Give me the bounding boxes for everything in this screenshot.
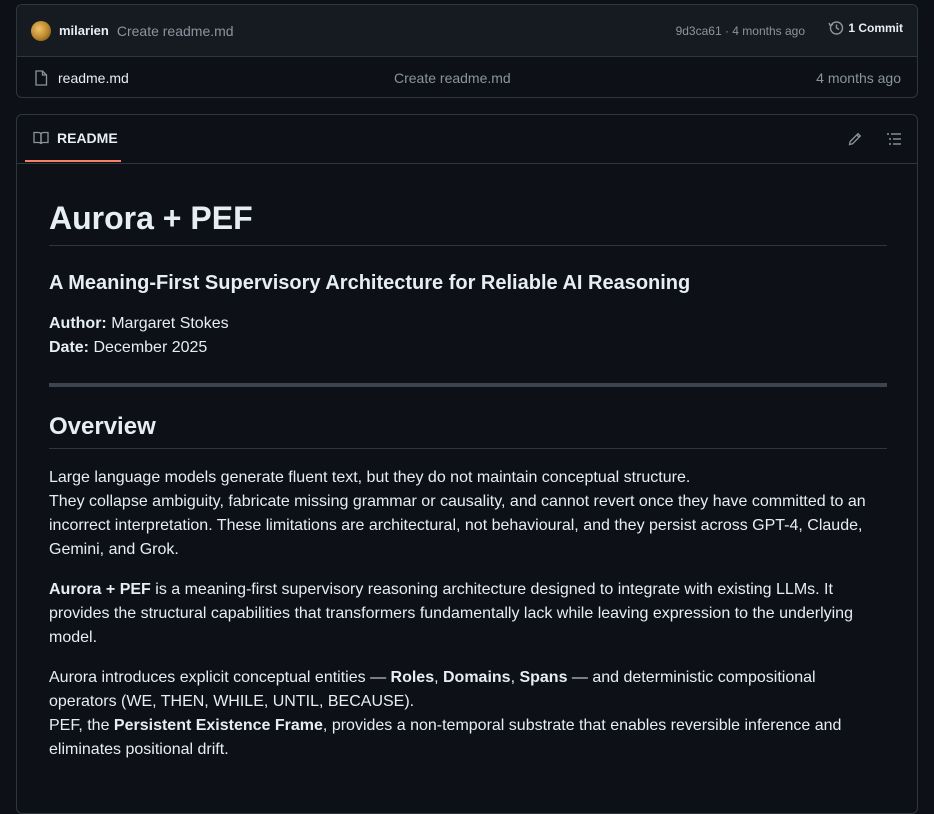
horizontal-rule <box>49 383 887 387</box>
commit-meta[interactable]: 9d3ca61 · 4 months ago <box>676 24 805 38</box>
commit-message[interactable]: Create readme.md <box>117 23 234 39</box>
readme-header: README <box>17 115 917 164</box>
file-row[interactable]: readme.md Create readme.md 4 months ago <box>17 57 917 98</box>
commit-author[interactable]: milarien <box>59 23 109 38</box>
intro-rest: They collapse ambiguity, fabricate missi… <box>49 493 866 558</box>
date-label: Date: <box>49 339 90 356</box>
date-value: December 2025 <box>93 339 208 356</box>
history-icon <box>828 21 844 35</box>
author-value: Margaret Stokes <box>111 315 229 332</box>
paragraph-aurora-pef: Aurora + PEF is a meaning-first supervis… <box>49 578 887 650</box>
book-icon <box>33 131 49 144</box>
author-line: Author: Margaret Stokes <box>49 315 229 333</box>
date-line: Date: December 2025 <box>49 339 207 357</box>
pencil-icon[interactable] <box>847 131 863 147</box>
file-listing: milarien Create readme.md 9d3ca61 · 4 mo… <box>16 4 918 98</box>
readme-panel: README Aurora + PEF A Meaning-First Supe… <box>16 114 918 814</box>
roles-bold: Roles <box>390 669 435 686</box>
latest-commit-bar: milarien Create readme.md 9d3ca61 · 4 mo… <box>17 5 917 57</box>
intro-line-1: Large language models generate fluent te… <box>49 469 691 486</box>
file-name-link[interactable]: readme.md <box>58 70 129 86</box>
aurora-pef-bold: Aurora + PEF <box>49 581 151 598</box>
spans-bold: Spans <box>519 669 568 686</box>
commits-count-label: 1 Commit <box>848 21 903 35</box>
entities-sep-1: , <box>434 669 443 686</box>
pef-bold: Persistent Existence Frame <box>113 717 323 734</box>
readme-title: Aurora + PEF <box>49 200 253 236</box>
entities-text-a: Aurora introduces explicit conceptual en… <box>49 669 391 686</box>
paragraph-entities: Aurora introduces explicit conceptual en… <box>49 666 887 762</box>
file-icon <box>35 69 48 86</box>
paragraph-intro: Large language models generate fluent te… <box>49 466 887 562</box>
author-label: Author: <box>49 315 107 332</box>
title-divider <box>49 245 887 246</box>
outline-list-icon[interactable] <box>886 131 902 147</box>
tab-readme[interactable]: README <box>25 115 121 162</box>
tab-readme-label: README <box>57 129 118 146</box>
overview-heading: Overview <box>49 413 156 440</box>
avatar[interactable] <box>31 20 51 41</box>
aurora-pef-text: is a meaning-first supervisory reasoning… <box>49 581 853 646</box>
file-time: 4 months ago <box>816 69 901 86</box>
file-commit-message[interactable]: Create readme.md <box>394 70 511 86</box>
commits-button[interactable]: 1 Commit <box>828 20 903 36</box>
pef-text-a: PEF, the <box>49 717 114 734</box>
readme-subtitle: A Meaning-First Supervisory Architecture… <box>49 272 691 294</box>
overview-divider <box>49 448 887 449</box>
domains-bold: Domains <box>442 669 511 686</box>
